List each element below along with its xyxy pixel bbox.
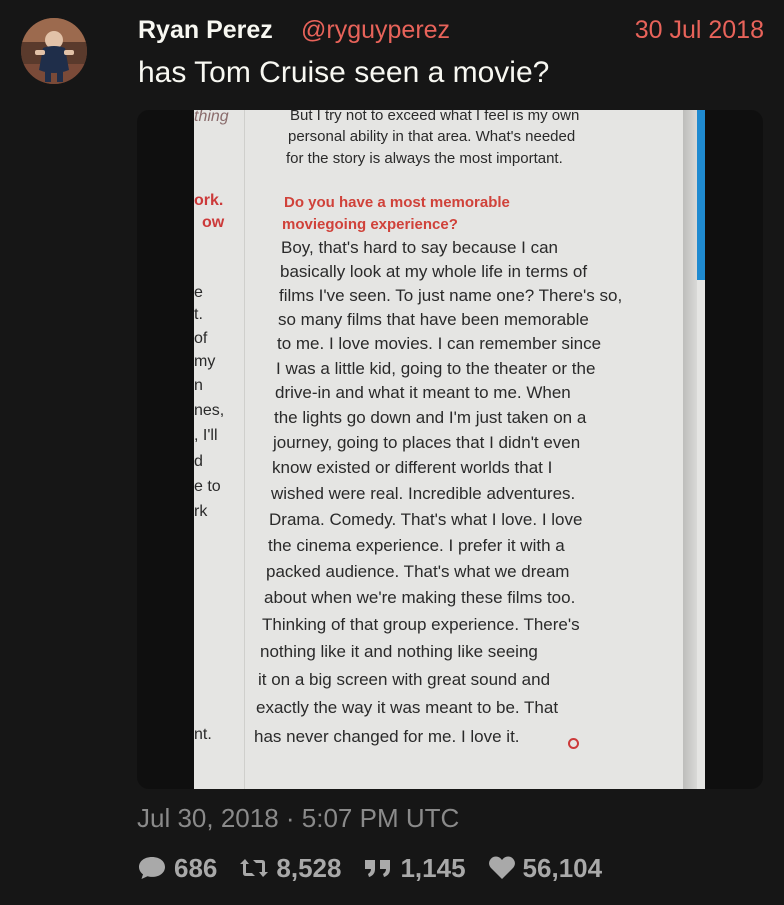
left-fragment: n bbox=[194, 377, 203, 394]
magazine-line: the lights go down and I'm just taken on… bbox=[274, 408, 587, 427]
magazine-heading: Do you have a most memorable bbox=[284, 194, 510, 211]
magazine-line: Drama. Comedy. That's what I love. I lov… bbox=[269, 510, 583, 529]
magazine-line: it on a big screen with great sound and bbox=[258, 670, 551, 689]
magazine-line: for the story is always the most importa… bbox=[286, 150, 563, 167]
magazine-line: wished were real. Incredible adventures. bbox=[271, 484, 576, 503]
magazine-line: I was a little kid, going to the theater… bbox=[276, 359, 596, 378]
tweet-stats: 686 8,528 1,145 56,104 bbox=[137, 851, 624, 885]
magazine-heading: moviegoing experience? bbox=[282, 216, 458, 233]
magazine-line: drive-in and what it meant to me. When bbox=[275, 383, 571, 402]
magazine-line: about when we're making these films too. bbox=[264, 588, 576, 607]
likes-stat[interactable]: 56,104 bbox=[488, 852, 603, 884]
comment-icon bbox=[139, 857, 165, 879]
left-fragment: e bbox=[194, 284, 203, 301]
left-fragment: nes, bbox=[194, 402, 225, 419]
left-fragment: thing bbox=[194, 110, 229, 125]
quote-icon bbox=[365, 860, 391, 877]
magazine-line: basically look at my whole life in terms… bbox=[280, 262, 588, 281]
quotes-count: 1,145 bbox=[400, 852, 466, 883]
left-fragment: my bbox=[194, 353, 216, 370]
tweet-date-link[interactable]: 30 Jul 2018 bbox=[635, 16, 764, 45]
magazine-line: has never changed for me. I love it. bbox=[254, 727, 520, 746]
magazine-line: But I try not to exceed what I feel is m… bbox=[290, 110, 580, 124]
retweets-count: 8,528 bbox=[276, 852, 342, 883]
left-fragment: , I'll bbox=[194, 427, 218, 444]
magazine-line: the cinema experience. I prefer it with … bbox=[268, 536, 565, 555]
magazine-page-photo: thing ork. ow e t. of my n nes, , I'll d… bbox=[194, 110, 705, 789]
replies-stat[interactable]: 686 bbox=[137, 853, 217, 884]
replies-count: 686 bbox=[174, 852, 218, 883]
avatar[interactable] bbox=[21, 18, 87, 84]
retweets-stat[interactable]: 8,528 bbox=[239, 853, 341, 884]
magazine-line: know existed or different worlds that I bbox=[272, 458, 553, 477]
left-fragment: rk bbox=[194, 503, 208, 520]
magazine-line: so many films that have been memorable bbox=[278, 310, 589, 329]
tweet-text: has Tom Cruise seen a movie? bbox=[138, 56, 550, 89]
magazine-line: Thinking of that group experience. There… bbox=[262, 615, 580, 634]
left-fragment: of bbox=[194, 330, 208, 347]
tweet-media[interactable]: thing ork. ow e t. of my n nes, , I'll d… bbox=[137, 110, 763, 789]
magazine-line: journey, going to places that I didn't e… bbox=[273, 433, 581, 452]
left-fragment: ork. bbox=[194, 192, 224, 209]
magazine-line: to me. I love movies. I can remember sin… bbox=[277, 334, 602, 353]
end-mark-icon bbox=[568, 738, 579, 749]
retweet-icon bbox=[240, 859, 269, 877]
left-fragment: d bbox=[194, 453, 203, 470]
left-fragment: e to bbox=[194, 478, 221, 495]
left-fragment: nt. bbox=[194, 726, 212, 743]
page-edge-accent bbox=[697, 110, 705, 280]
magazine-line: Boy, that's hard to say because I can bbox=[281, 238, 558, 257]
magazine-line: personal ability in that area. What's ne… bbox=[288, 128, 576, 145]
tweet-timestamp[interactable]: Jul 30, 2018 · 5:07 PM UTC bbox=[137, 803, 459, 834]
left-column: thing ork. ow e t. of my n nes, , I'll d… bbox=[194, 110, 245, 789]
left-fragment: ow bbox=[202, 214, 225, 231]
left-fragment: t. bbox=[194, 306, 203, 323]
magazine-line: nothing like it and nothing like seeing bbox=[260, 642, 538, 661]
magazine-line: films I've seen. To just name one? There… bbox=[279, 286, 623, 305]
author-username[interactable]: @ryguyperez bbox=[301, 16, 450, 45]
tweet-header: Ryan Perez @ryguyperez 30 Jul 2018 bbox=[138, 14, 764, 48]
quotes-stat[interactable]: 1,145 bbox=[363, 852, 466, 884]
heart-icon bbox=[488, 856, 515, 879]
magazine-line: exactly the way it was meant to be. That bbox=[256, 698, 559, 717]
author-fullname[interactable]: Ryan Perez bbox=[138, 16, 273, 45]
page-edge bbox=[683, 110, 697, 789]
likes-count: 56,104 bbox=[522, 852, 603, 883]
magazine-line: packed audience. That's what we dream bbox=[266, 562, 570, 581]
avatar-image bbox=[21, 18, 87, 84]
